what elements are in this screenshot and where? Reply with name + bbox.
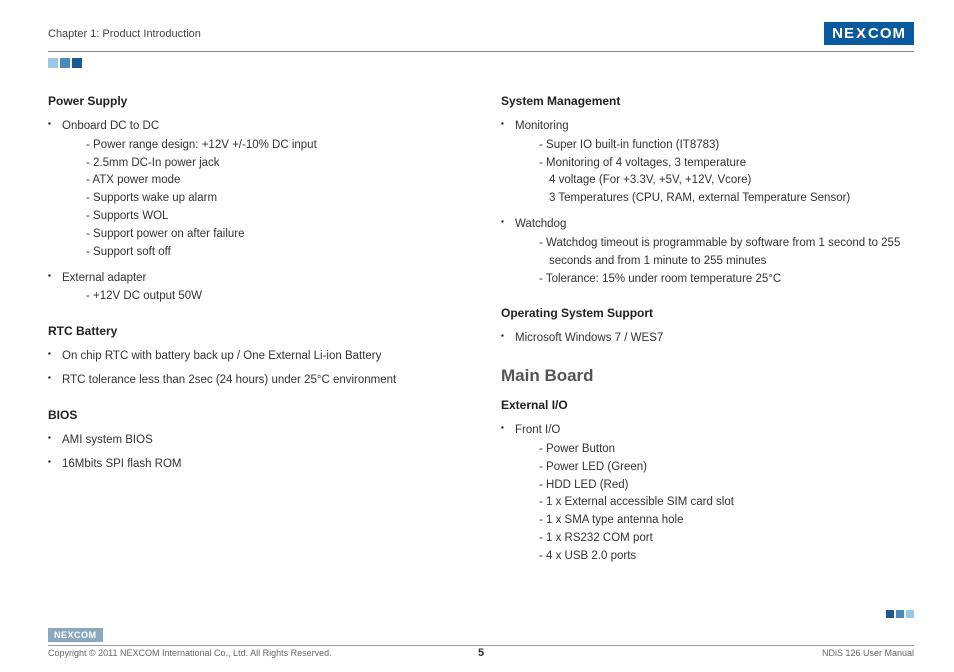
list-item: External adapter bbox=[48, 270, 461, 288]
extio-list: Front I/O - Power Button - Power LED (Gr… bbox=[501, 422, 914, 566]
list-item: - +12V DC output 50W bbox=[48, 288, 461, 306]
list-item: RTC tolerance less than 2sec (24 hours) … bbox=[48, 372, 461, 390]
doc-title: NDiS 126 User Manual bbox=[822, 648, 914, 658]
list-item: - Power Button - Power LED (Green) - HDD… bbox=[501, 441, 914, 566]
right-column: System Management Monitoring - Super IO … bbox=[501, 94, 914, 584]
section-sysmgmt: System Management bbox=[501, 94, 914, 108]
section-extio: External I/O bbox=[501, 398, 914, 412]
chapter-label: Chapter 1: Product Introduction bbox=[48, 28, 201, 40]
list-item: Microsoft Windows 7 / WES7 bbox=[501, 330, 914, 348]
header-divider bbox=[48, 51, 914, 52]
list-item: 16Mbits SPI flash ROM bbox=[48, 456, 461, 474]
list-item: Onboard DC to DC bbox=[48, 118, 461, 136]
brand-logo: NEXCOM bbox=[824, 22, 914, 45]
list-item: AMI system BIOS bbox=[48, 432, 461, 450]
list-item: On chip RTC with battery back up / One E… bbox=[48, 348, 461, 366]
left-column: Power Supply Onboard DC to DC - Power ra… bbox=[48, 94, 461, 584]
content-columns: Power Supply Onboard DC to DC - Power ra… bbox=[48, 94, 914, 584]
list-item: Watchdog bbox=[501, 216, 914, 234]
power-supply-list: Onboard DC to DC - Power range design: +… bbox=[48, 118, 461, 306]
list-item: Front I/O bbox=[501, 422, 914, 440]
page-footer: NEXCOM Copyright © 2011 NEXCOM Internati… bbox=[48, 627, 914, 658]
section-power-supply: Power Supply bbox=[48, 94, 461, 108]
bios-list: AMI system BIOS 16Mbits SPI flash ROM bbox=[48, 432, 461, 474]
list-item: - Watchdog timeout is programmable by so… bbox=[501, 235, 914, 288]
section-bios: BIOS bbox=[48, 408, 461, 422]
sysmgmt-list: Monitoring - Super IO built-in function … bbox=[501, 118, 914, 288]
section-os: Operating System Support bbox=[501, 306, 914, 320]
page-header: Chapter 1: Product Introduction NEXCOM bbox=[48, 22, 914, 45]
list-item: - Super IO built-in function (IT8783) - … bbox=[501, 137, 914, 208]
list-item: Monitoring bbox=[501, 118, 914, 136]
footer-brand-logo: NEXCOM bbox=[48, 628, 103, 642]
decorative-squares bbox=[48, 58, 914, 68]
footer-decorative-squares bbox=[886, 610, 914, 618]
main-board-heading: Main Board bbox=[501, 366, 914, 386]
copyright-text: Copyright © 2011 NEXCOM International Co… bbox=[48, 648, 332, 658]
rtc-list: On chip RTC with battery back up / One E… bbox=[48, 348, 461, 390]
list-item: - Power range design: +12V +/-10% DC inp… bbox=[48, 137, 461, 262]
page-number: 5 bbox=[478, 647, 484, 659]
os-list: Microsoft Windows 7 / WES7 bbox=[501, 330, 914, 348]
section-rtc: RTC Battery bbox=[48, 324, 461, 338]
